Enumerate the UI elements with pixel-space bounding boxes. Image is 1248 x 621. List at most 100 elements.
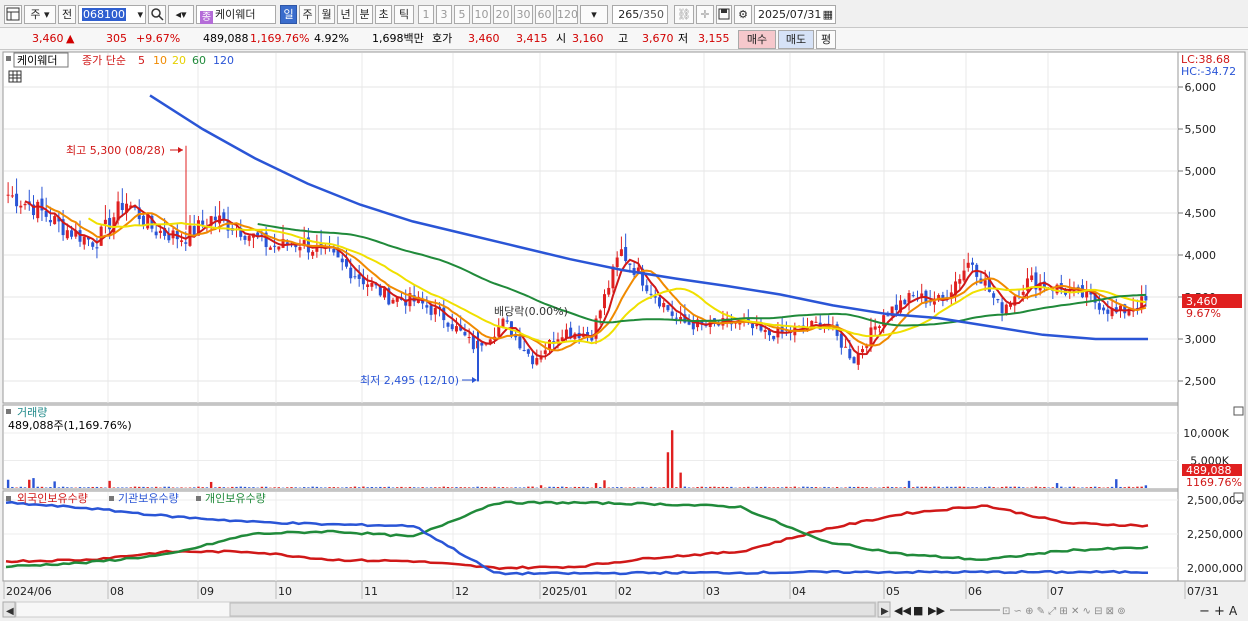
volume-bar — [379, 486, 382, 488]
volume-bar — [108, 480, 111, 488]
foreign-holdings-label[interactable]: 외국인보유수량 — [17, 492, 88, 505]
interval-dropdown[interactable]: ▾ — [580, 5, 608, 24]
candle-body — [247, 235, 251, 241]
volume-bar — [11, 486, 14, 488]
volume-bar — [252, 487, 255, 488]
volume-bar — [463, 487, 467, 488]
font-size-icon[interactable]: A — [1229, 604, 1238, 618]
layout-icon[interactable] — [4, 5, 22, 24]
market-select[interactable]: 주 ▾ — [24, 5, 56, 24]
volume-bar — [971, 487, 974, 488]
fast-forward-icon[interactable]: ▶▶ — [928, 604, 945, 617]
rewind-icon[interactable]: ◀◀ — [894, 604, 911, 617]
ma5-label[interactable]: 5 — [138, 54, 145, 67]
interval-120[interactable]: 120 — [556, 5, 578, 24]
stop-icon[interactable]: ■ — [913, 604, 923, 617]
volume-bar — [776, 487, 780, 488]
interval-5[interactable]: 5 — [454, 5, 470, 24]
volume-bar — [61, 486, 65, 488]
interval-10[interactable]: 10 — [472, 5, 491, 24]
panel-handle-icon[interactable] — [196, 496, 201, 501]
price-panel[interactable] — [2, 51, 1179, 404]
high-label: 고 — [618, 32, 629, 45]
ma20-label[interactable]: 20 — [172, 54, 186, 67]
table-icon[interactable] — [8, 70, 22, 83]
chart-area[interactable]: 2,5003,0003,5004,0004,5005,0005,5006,000… — [0, 50, 1248, 621]
candle-body — [619, 249, 623, 256]
period-tick[interactable]: 틱 — [394, 5, 414, 24]
date-field[interactable]: 2025/07/31 ▦ — [754, 5, 836, 24]
period-minute[interactable]: 분 — [356, 5, 373, 24]
panel-handle-icon[interactable] — [6, 409, 11, 414]
volume-bar — [679, 472, 682, 488]
candle-body — [201, 220, 205, 225]
interval-3[interactable]: 3 — [436, 5, 452, 24]
interval-1[interactable]: 1 — [418, 5, 434, 24]
candle-body — [433, 307, 437, 315]
volume-bar — [353, 486, 357, 488]
eval-button[interactable]: 평 — [816, 30, 836, 49]
stock-code-input[interactable]: 068100 ▾ — [78, 5, 146, 24]
up-arrow-icon: ▲ — [66, 32, 75, 45]
volume-bar — [522, 487, 526, 488]
scroll-right-icon: ▶ — [881, 606, 889, 617]
volume-bar — [446, 487, 450, 488]
draw-tools-icons[interactable]: ⊡ ∽ ⊕ ✎ ⤢ ⊞ ✕ ∿ ⊟ ⊠ ⊚ — [1002, 606, 1126, 617]
candle-body — [852, 357, 856, 364]
panel-handle-icon[interactable] — [6, 56, 11, 61]
ma10-label[interactable]: 10 — [153, 54, 167, 67]
trade-amount: 1,698백만 — [372, 32, 424, 45]
ma120-label[interactable]: 120 — [213, 54, 234, 67]
period-month[interactable]: 월 — [318, 5, 335, 24]
volume-bar — [577, 487, 581, 488]
volume-bar — [666, 452, 670, 488]
individual-holdings-label[interactable]: 개인보유수량 — [205, 492, 266, 505]
candle-body — [772, 335, 776, 340]
interval-30[interactable]: 30 — [514, 5, 533, 24]
panel-close-icon[interactable] — [1233, 406, 1244, 416]
candle-body — [378, 286, 382, 296]
period-second[interactable]: 초 — [375, 5, 392, 24]
period-week[interactable]: 주 — [299, 5, 316, 24]
calendar-icon[interactable]: ▦ — [823, 6, 833, 23]
institution-holdings-label[interactable]: 기관보유수량 — [118, 492, 179, 505]
volume-bar — [793, 486, 797, 488]
gear-icon[interactable]: ⚙ — [734, 5, 752, 24]
interval-60[interactable]: 60 — [535, 5, 554, 24]
count-field[interactable]: 265/350 — [612, 5, 668, 24]
volume-bar — [1127, 486, 1131, 488]
zoom-out-icon[interactable]: − — [1199, 604, 1210, 619]
candle-body — [844, 346, 848, 348]
chevron-down-icon[interactable]: ▾ — [137, 6, 143, 23]
volume-bar — [6, 479, 10, 488]
volume-bar — [345, 487, 348, 488]
sound-icon[interactable]: ◂▾ — [168, 5, 194, 24]
zoom-in-icon[interactable]: + — [1214, 604, 1225, 619]
high-value: 3,670 — [642, 32, 674, 45]
volume-bar — [501, 487, 505, 488]
search-icon[interactable] — [148, 5, 166, 24]
period-day[interactable]: 일 — [280, 5, 297, 24]
save-icon[interactable] — [716, 5, 732, 24]
volume-subtitle: 489,088주(1,169.76%) — [8, 419, 132, 432]
scroll-thumb[interactable] — [229, 602, 876, 617]
ma60-label[interactable]: 60 — [192, 54, 206, 67]
volume-bar — [903, 487, 906, 488]
volume-bar — [861, 487, 864, 488]
market2-select[interactable]: 전 — [58, 5, 76, 24]
link-icon[interactable]: ⛓ — [674, 5, 694, 24]
price-tick-label: 4,500 — [1185, 207, 1217, 220]
buy-button[interactable]: 매수 — [738, 30, 776, 49]
period-year[interactable]: 년 — [337, 5, 354, 24]
high-annotation: 최고 5,300 (08/28) — [66, 144, 165, 157]
sell-button[interactable]: 매도 — [778, 30, 814, 49]
panel-close-icon[interactable] — [1233, 492, 1244, 502]
panel-handle-icon[interactable] — [109, 496, 114, 501]
stock-chart[interactable]: 2,5003,0003,5004,0004,5005,0005,5006,000… — [0, 50, 1248, 621]
volume-panel[interactable] — [2, 404, 1179, 490]
crosshair-icon[interactable]: ✛ — [696, 5, 714, 24]
volume-bar — [1055, 483, 1059, 488]
interval-20[interactable]: 20 — [493, 5, 512, 24]
panel-handle-icon[interactable] — [6, 496, 11, 501]
stock-name-field[interactable]: 종 케이웨더 — [196, 5, 276, 24]
